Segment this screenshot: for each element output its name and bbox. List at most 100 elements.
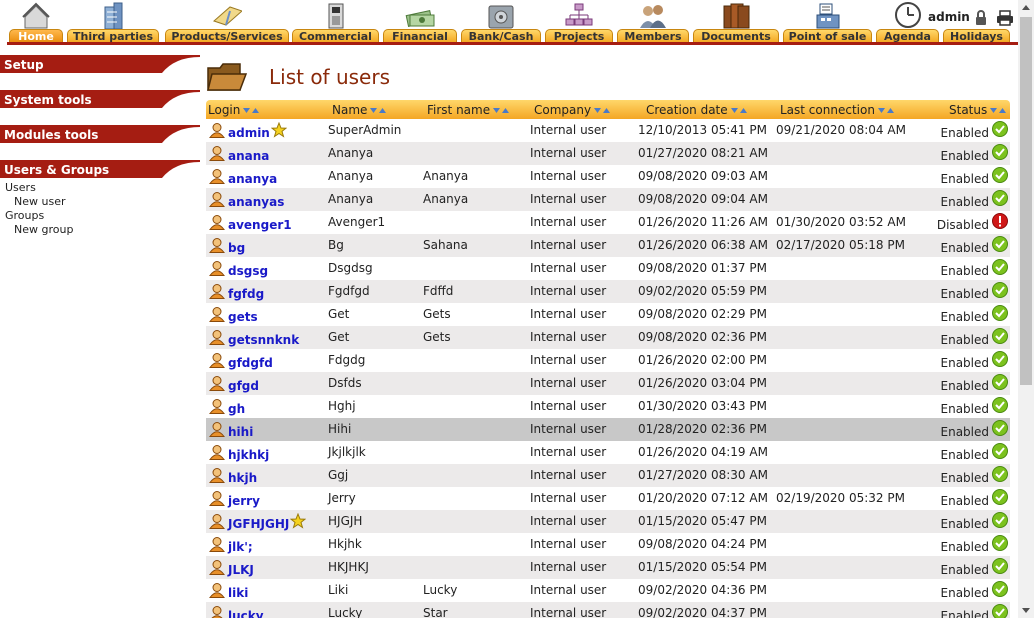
user-login-link[interactable]: gh bbox=[228, 402, 245, 416]
sidebar-section-system-tools[interactable]: System tools bbox=[0, 90, 200, 110]
sort-arrows-icon[interactable] bbox=[240, 103, 260, 117]
sidebar-link-new-group[interactable]: New group bbox=[14, 223, 73, 236]
projects-icon[interactable] bbox=[564, 1, 594, 29]
cash-register-icon[interactable] bbox=[813, 1, 843, 29]
enabled-check-icon[interactable] bbox=[992, 535, 1008, 551]
menu-tab-label[interactable]: Holidays bbox=[943, 29, 1010, 43]
menu-tab-documents[interactable]: Documents bbox=[693, 0, 779, 44]
enabled-check-icon[interactable] bbox=[992, 190, 1008, 206]
column-header-last-connection[interactable]: Last connection bbox=[780, 103, 895, 117]
sidebar-section-setup[interactable]: Setup bbox=[0, 55, 200, 75]
user-login-link[interactable]: hjkhkj bbox=[228, 448, 269, 462]
table-row[interactable]: dsgsg Dsgdsg Internal user 09/08/2020 01:37… bbox=[206, 257, 1010, 280]
sidebar-link-users[interactable]: Users bbox=[5, 181, 36, 194]
column-header-label[interactable]: Last connection bbox=[780, 103, 875, 117]
enabled-check-icon[interactable] bbox=[992, 466, 1008, 482]
table-row[interactable]: JLKJ HKJHKJ Internal user 01/15/2020 05:54 … bbox=[206, 556, 1010, 579]
column-header-login[interactable]: Login bbox=[208, 103, 260, 117]
sidebar-section-label[interactable]: Modules tools bbox=[4, 128, 98, 142]
table-row[interactable]: gfgd Dsfds Internal user 01/26/2020 03:04 P… bbox=[206, 372, 1010, 395]
sidebar-section-label[interactable]: System tools bbox=[4, 93, 92, 107]
user-login-link[interactable]: admin bbox=[228, 126, 270, 140]
clock-icon[interactable] bbox=[894, 1, 922, 29]
lock-icon[interactable] bbox=[974, 10, 988, 26]
column-header-label[interactable]: Status bbox=[949, 103, 987, 117]
table-row[interactable]: admin SuperAdmin Internal user 12/10/2013 0… bbox=[206, 119, 1010, 142]
column-header-label[interactable]: Company bbox=[534, 103, 591, 117]
enabled-check-icon[interactable] bbox=[992, 420, 1008, 436]
user-login-link[interactable]: gfgd bbox=[228, 379, 259, 393]
table-row[interactable]: gets Get Gets Internal user 09/08/2020 02:29… bbox=[206, 303, 1010, 326]
sort-arrows-icon[interactable] bbox=[728, 103, 748, 117]
current-user-name[interactable]: admin bbox=[928, 10, 970, 24]
menu-tab-label[interactable]: Members bbox=[617, 29, 689, 43]
sidebar-section-modules-tools[interactable]: Modules tools bbox=[0, 125, 200, 145]
sidebar-section-label[interactable]: Users & Groups bbox=[4, 163, 109, 177]
sidebar-section-users-groups[interactable]: Users & Groups bbox=[0, 160, 200, 180]
enabled-check-icon[interactable] bbox=[992, 167, 1008, 183]
menu-tab-financial[interactable]: Financial bbox=[383, 0, 457, 44]
user-login-link[interactable]: anana bbox=[228, 149, 269, 163]
column-header-company[interactable]: Company bbox=[534, 103, 611, 117]
column-header-status[interactable]: Status bbox=[949, 103, 1007, 117]
sort-arrows-icon[interactable] bbox=[490, 103, 510, 117]
user-login-link[interactable]: avenger1 bbox=[228, 218, 292, 232]
sidebar-section-label[interactable]: Setup bbox=[4, 58, 44, 72]
members-icon[interactable] bbox=[638, 1, 668, 29]
column-header-label[interactable]: Creation date bbox=[646, 103, 728, 117]
menu-tab-members[interactable]: Members bbox=[617, 0, 689, 44]
buildings-icon[interactable] bbox=[98, 1, 128, 29]
user-login-link[interactable]: JLKJ bbox=[228, 563, 254, 577]
column-header-creation-date[interactable]: Creation date bbox=[646, 103, 748, 117]
table-row[interactable]: jerry Jerry Internal user 01/20/2020 07:12 … bbox=[206, 487, 1010, 510]
table-row[interactable]: gh Hghj Internal user 01/30/2020 03:43 PM En… bbox=[206, 395, 1010, 418]
menu-tab-third-parties[interactable]: Third parties bbox=[67, 0, 159, 44]
table-row[interactable]: bg Bg Sahana Internal user 01/26/2020 06:38 … bbox=[206, 234, 1010, 257]
menu-tab-label[interactable]: Home bbox=[9, 29, 63, 43]
sidebar-link-new-user[interactable]: New user bbox=[14, 195, 65, 208]
user-login-link[interactable]: dsgsg bbox=[228, 264, 268, 278]
enabled-check-icon[interactable] bbox=[992, 604, 1008, 618]
user-login-link[interactable]: ananyas bbox=[228, 195, 284, 209]
scroll-thumb[interactable] bbox=[1020, 17, 1032, 385]
enabled-check-icon[interactable] bbox=[992, 305, 1008, 321]
user-login-link[interactable]: jlk'; bbox=[228, 540, 253, 554]
user-login-link[interactable]: getsnnknk bbox=[228, 333, 299, 347]
enabled-check-icon[interactable] bbox=[992, 259, 1008, 275]
table-row[interactable]: hkjh Ggj Internal user 01/27/2020 08:30 AM E… bbox=[206, 464, 1010, 487]
bank-icon[interactable] bbox=[486, 1, 516, 29]
user-login-link[interactable]: liki bbox=[228, 586, 248, 600]
table-row[interactable]: hihi Hihi Internal user 01/28/2020 02:36 PM… bbox=[206, 418, 1010, 441]
table-row[interactable]: anana Ananya Internal user 01/27/2020 08:21… bbox=[206, 142, 1010, 165]
sort-arrows-icon[interactable] bbox=[367, 103, 387, 117]
user-login-link[interactable]: lucky bbox=[228, 609, 264, 618]
sort-arrows-icon[interactable] bbox=[591, 103, 611, 117]
menu-tab-label[interactable]: Bank/Cash bbox=[461, 29, 541, 43]
table-row[interactable]: lucky Lucky Star Internal user 09/02/2020 04… bbox=[206, 602, 1010, 618]
table-row[interactable]: gfdgfd Fdgdg Internal user 01/26/2020 02:00… bbox=[206, 349, 1010, 372]
scroll-up-arrow-icon[interactable] bbox=[1018, 0, 1034, 16]
enabled-check-icon[interactable] bbox=[992, 144, 1008, 160]
table-row[interactable]: JGFHJGHJ HJGJH Internal user 01/15/2020 05:… bbox=[206, 510, 1010, 533]
enabled-check-icon[interactable] bbox=[992, 374, 1008, 390]
menu-tab-home[interactable]: Home bbox=[9, 0, 63, 44]
column-header-label[interactable]: Login bbox=[208, 103, 240, 117]
user-login-link[interactable]: gets bbox=[228, 310, 258, 324]
table-row[interactable]: ananya Ananya Ananya Internal user 09/08/202… bbox=[206, 165, 1010, 188]
enabled-check-icon[interactable] bbox=[992, 351, 1008, 367]
column-header-label[interactable]: Name bbox=[332, 103, 367, 117]
table-row[interactable]: hjkhkj Jkjlkjlk Internal user 01/26/2020 04… bbox=[206, 441, 1010, 464]
table-row[interactable]: liki Liki Lucky Internal user 09/02/2020 04:… bbox=[206, 579, 1010, 602]
enabled-check-icon[interactable] bbox=[992, 512, 1008, 528]
menu-tab-commercial[interactable]: Commercial bbox=[292, 0, 379, 44]
menu-tab-label[interactable]: Financial bbox=[383, 29, 457, 43]
enabled-check-icon[interactable] bbox=[992, 121, 1008, 137]
enabled-check-icon[interactable] bbox=[992, 328, 1008, 344]
menu-tab-label[interactable]: Agenda bbox=[876, 29, 939, 43]
enabled-check-icon[interactable] bbox=[992, 236, 1008, 252]
user-login-link[interactable]: ananya bbox=[228, 172, 277, 186]
user-login-link[interactable]: bg bbox=[228, 241, 245, 255]
enabled-check-icon[interactable] bbox=[992, 282, 1008, 298]
enabled-check-icon[interactable] bbox=[992, 558, 1008, 574]
disabled-alert-icon[interactable] bbox=[992, 213, 1008, 229]
